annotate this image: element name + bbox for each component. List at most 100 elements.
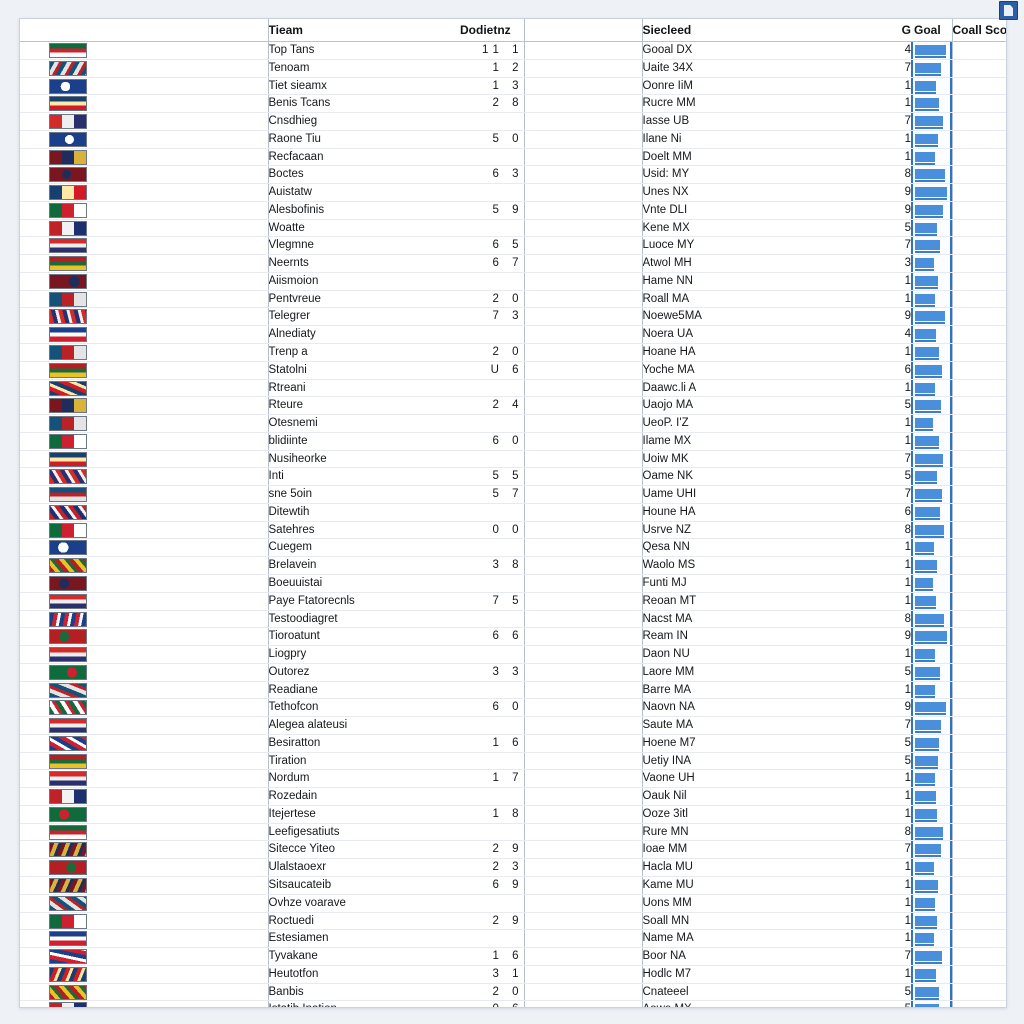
table-row[interactable]: Ovhze voarave Uons MM 1 <box>20 894 1006 913</box>
cell-goal-scored <box>951 379 1006 398</box>
cell-goal-bar <box>911 716 952 735</box>
table-row[interactable]: Sitecce Yiteo 2 9 Ioae MM 7 <box>20 840 1006 860</box>
table-row[interactable]: Nordum 1 7 Vaone UH 1 <box>20 769 1006 789</box>
table-row[interactable]: Neernts 6 7 Atwol MH 3 <box>20 254 1006 273</box>
table-row[interactable]: Outorez 3 3 Laore MM 5 <box>20 663 1006 682</box>
cell-goal-scored <box>951 396 1006 416</box>
goal-bar-fill <box>915 631 947 645</box>
table-row[interactable]: Recfacaan Doelt MM 1 <box>20 148 1006 167</box>
header-goal-scored[interactable]: Coall Scouedi <box>951 19 1006 42</box>
table-row[interactable]: Heutotfon 3 1 Hodlc M7 1 <box>20 965 1006 984</box>
table-row[interactable]: Tenoam 1 2 Uaite 34X 7 <box>20 59 1006 78</box>
cell-gap-a <box>523 325 642 345</box>
header-team[interactable]: Tieam <box>267 19 448 42</box>
table-row[interactable]: Alnediaty Noera UA 4 <box>20 325 1006 345</box>
goal-bar-fill <box>915 133 938 147</box>
table-row[interactable]: Itejertese 1 8 Ooze 3itl 1 <box>20 805 1006 824</box>
table-row[interactable]: Pentvreue 2 0 Roall MA 1 <box>20 290 1006 309</box>
table-row[interactable]: Tethofcon 6 0 Naovn NA 9 <box>20 698 1006 718</box>
table-row[interactable]: Otesnemi UeoP. I'Z 1 <box>20 414 1006 433</box>
table-row[interactable]: sne 5oin 5 7 Uame UHI 7 <box>20 485 1006 504</box>
cell-team: Liogpry <box>267 645 448 664</box>
table-row[interactable]: Leefigesatiuts Rure MN 8 <box>20 823 1006 842</box>
table-row[interactable]: Paye Ftatorecnls 7 5 Reoan MT 1 <box>20 592 1006 611</box>
header-goal[interactable]: Goal <box>911 19 952 42</box>
table-row[interactable]: Auistatw Unes NX 9 <box>20 183 1006 202</box>
team-flag-icon <box>49 682 87 698</box>
table-row[interactable]: Testoodiagret Nacst MA 8 <box>20 610 1006 629</box>
cell-team: Testoodiagret <box>267 610 448 629</box>
cell-goal-scored <box>951 272 1006 291</box>
table-row[interactable]: Roctuedi 2 9 Soall MN 1 <box>20 912 1006 931</box>
table-row[interactable]: Rtreani Daawc.li A 1 <box>20 379 1006 398</box>
table-row[interactable]: Boctes 6 3 Usid: MY 8 <box>20 165 1006 185</box>
table-row[interactable]: Sitsaucateib 6 9 Kame MU 1 <box>20 876 1006 895</box>
header-decimal[interactable]: Dodietnz <box>448 19 524 42</box>
table-row[interactable]: Tiration Uetiy INA 5 <box>20 752 1006 771</box>
table-row[interactable]: Banbis 2 0 Cnateeel 5 <box>20 983 1006 1002</box>
table-row[interactable]: Top Tans 11 1 Gooal DX 4 <box>20 41 1006 60</box>
table-row[interactable]: Cnsdhieg Iasse UB 7 <box>20 112 1006 131</box>
cell-goal-scored <box>951 77 1006 96</box>
table-row[interactable]: Nusiheorke Uoiw MK 7 <box>20 450 1006 469</box>
team-flag-icon <box>49 345 87 361</box>
table-row[interactable]: Besiratton 1 6 Hoene M7 5 <box>20 734 1006 753</box>
table-row[interactable]: Readiane Barre MA 1 <box>20 681 1006 700</box>
table-row[interactable]: Tyvakane 1 6 Boor NA 7 <box>20 947 1006 966</box>
table-row[interactable]: Cuegem Qesa NN 1 <box>20 538 1006 558</box>
table-row[interactable]: Istatib Ination0 6 Aowe MX 5 <box>20 1000 1006 1007</box>
cell-gap-b <box>775 414 887 433</box>
cell-decimal <box>448 450 524 469</box>
team-flag-icon <box>49 78 87 94</box>
table-row[interactable]: Estesiamen Name MA 1 <box>20 929 1006 949</box>
cell-team: Tethofcon <box>267 698 448 718</box>
table-row[interactable]: Aiismoion Hame NN 1 <box>20 272 1006 291</box>
flag-cell-b <box>245 965 268 984</box>
cell-goal-bar <box>911 307 952 327</box>
cell-goal-bar <box>911 538 952 558</box>
table-row[interactable]: Vlegmne 6 5 Luoce MY 7 <box>20 236 1006 256</box>
team-flag-icon <box>49 202 87 218</box>
table-row[interactable]: blidiinte 6 0 Ilame MX 1 <box>20 432 1006 451</box>
cell-goal-bar <box>911 59 952 78</box>
team-flag-icon <box>49 824 87 840</box>
table-row[interactable]: Benis Tcans 2 8 Rucre MM 1 <box>20 94 1006 114</box>
flag-cell-a <box>20 663 245 682</box>
table-row[interactable]: Rozedain Oauk Nil 1 <box>20 787 1006 806</box>
table-row[interactable]: Boeuuistai Funti MJ 1 <box>20 574 1006 593</box>
cell-goal-value: 4 <box>887 325 911 345</box>
table-row[interactable]: Tioroatunt 6 6 Ream IN 9 <box>20 627 1006 647</box>
cell-goal-bar <box>911 858 952 877</box>
cell-decimal: 1 6 <box>448 947 524 966</box>
table-row[interactable]: Tiet sieamx 1 3 Oonre IiM 1 <box>20 77 1006 96</box>
flag-cell-b <box>245 698 268 718</box>
cell-team: Otesnemi <box>267 414 448 433</box>
table-row[interactable]: Liogpry Daon NU 1 <box>20 645 1006 664</box>
cell-gap-a <box>523 787 642 806</box>
header-seeded[interactable]: Siecleed <box>641 19 775 42</box>
table-row[interactable]: Ulalstaoexr 2 3 Hacla MU 1 <box>20 858 1006 877</box>
cell-gap-b <box>775 983 887 1002</box>
cell-gap-a <box>523 716 642 735</box>
cell-gap-b <box>775 396 887 416</box>
table-row[interactable]: Ditewtih Houne HA 6 <box>20 503 1006 522</box>
cell-team: Woatte <box>267 219 448 238</box>
flag-cell-a <box>20 610 245 629</box>
table-row[interactable]: Alesbofinis 5 9 Vnte DLI 9 <box>20 201 1006 220</box>
flag-cell-b <box>245 254 268 273</box>
table-row[interactable]: Satehres 0 0 Usrve NZ 8 <box>20 521 1006 540</box>
goal-bar-fill <box>915 577 934 591</box>
table-row[interactable]: Telegrer 7 3 Noewe5MA 9 <box>20 307 1006 327</box>
team-flag-icon <box>49 789 87 805</box>
document-badge-icon[interactable] <box>999 1 1018 20</box>
table-row[interactable]: Brelavein 3 8 Waolo MS 1 <box>20 556 1006 575</box>
table-row[interactable]: Alegea alateusi Saute MA 7 <box>20 716 1006 735</box>
cell-goal-value: 1 <box>887 94 911 114</box>
table-row[interactable]: Trenp a2 0 Hoane HA 1 <box>20 343 1006 362</box>
table-row[interactable]: Woatte Kene MX 5 <box>20 219 1006 238</box>
table-row[interactable]: Raone Tiu 5 0 Ilane Ni 1 <box>20 130 1006 149</box>
cell-goal-value: 5 <box>887 663 911 682</box>
table-row[interactable]: Statolni U 6 Yoche MA 6 <box>20 361 1006 380</box>
table-row[interactable]: Inti 5 5 Oame NK 5 <box>20 467 1006 487</box>
table-row[interactable]: Rteure 2 4 Uaojo MA 5 <box>20 396 1006 416</box>
